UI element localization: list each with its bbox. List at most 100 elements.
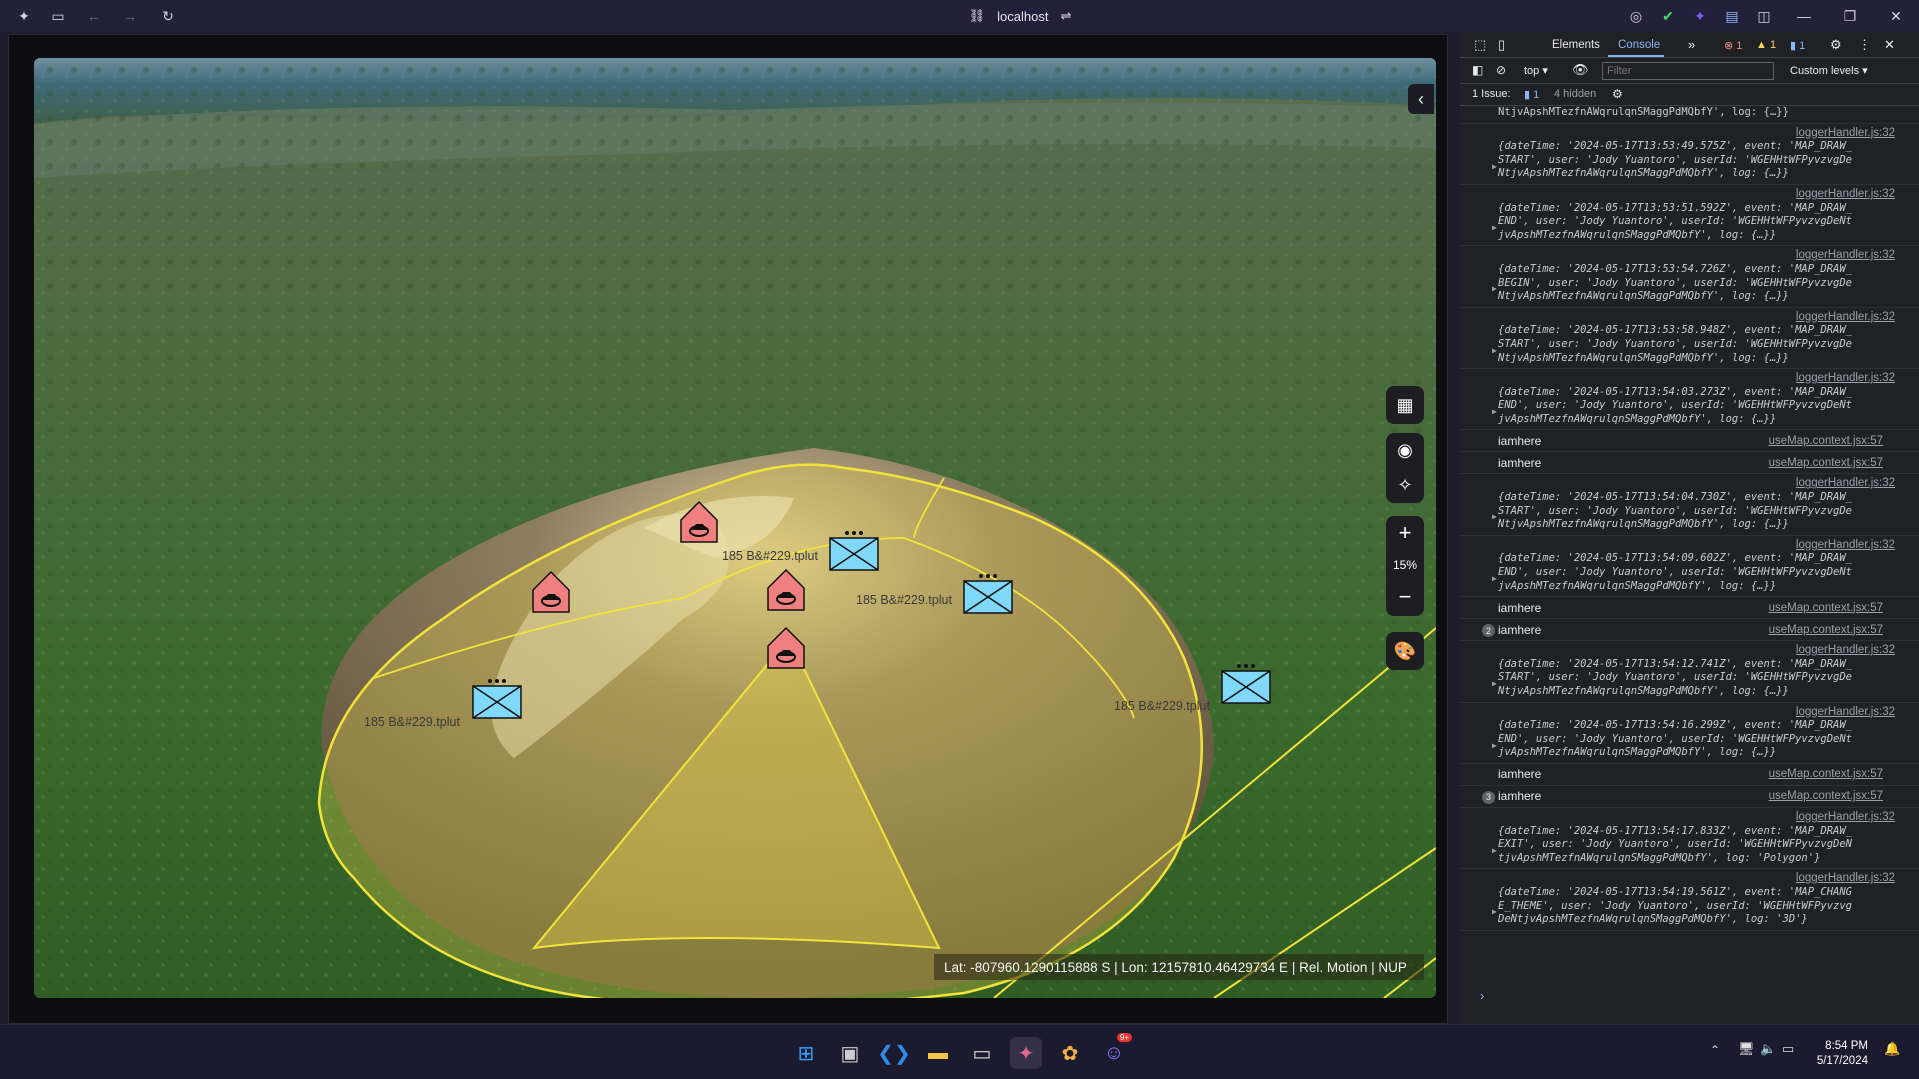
expand-triangle-icon[interactable]: ▶: [1492, 282, 1497, 296]
settings-icon[interactable]: ⚙: [1830, 37, 1842, 53]
back-icon[interactable]: ←: [84, 6, 104, 26]
system-clock[interactable]: 8:54 PM 5/17/2024: [1808, 1039, 1868, 1069]
more-tabs-icon[interactable]: »: [1688, 37, 1695, 52]
notification-bell-icon[interactable]: 🔔: [1884, 1041, 1900, 1057]
calculator-button[interactable]: ▦: [1386, 386, 1424, 424]
clear-console-icon[interactable]: ⊘: [1496, 63, 1506, 77]
volume-icon[interactable]: 🔈: [1760, 1041, 1776, 1057]
reload-icon[interactable]: ↻: [158, 6, 178, 26]
console-log[interactable]: NtjvApshMTezfnAWqrulqnSMaggPdMQbfY', log…: [1460, 106, 1919, 1006]
log-source-link[interactable]: useMap.context.jsx:57: [1769, 602, 1883, 614]
rotate-icon[interactable]: ✧: [1397, 475, 1412, 496]
minimize-icon[interactable]: —: [1794, 6, 1814, 26]
battery-icon[interactable]: ▭: [1782, 1041, 1794, 1057]
log-entry[interactable]: loggerHandler.js:32 ▶ {dateTime: '2024-05-…: [1460, 185, 1919, 247]
copilot-icon[interactable]: ✦: [14, 6, 34, 26]
browser-icon[interactable]: ✦: [1010, 1037, 1042, 1069]
collections-icon[interactable]: ▤: [1722, 6, 1742, 26]
log-line: NtjvApshMTezfnAWqrulqnSMaggPdMQbfY', log…: [1498, 167, 1789, 180]
log-source-link[interactable]: loggerHandler.js:32: [1498, 249, 1895, 263]
zoom-in-button[interactable]: +: [1386, 516, 1424, 550]
extension-icon[interactable]: ◎: [1626, 6, 1646, 26]
log-source-link[interactable]: loggerHandler.js:32: [1498, 644, 1895, 658]
log-source-link[interactable]: useMap.context.jsx:57: [1769, 435, 1883, 447]
log-entry[interactable]: loggerHandler.js:32 ▶ {dateTime: '2024-05-…: [1460, 308, 1919, 370]
tab-console[interactable]: Console: [1618, 39, 1660, 51]
expand-triangle-icon[interactable]: ▶: [1492, 510, 1497, 524]
log-source-link[interactable]: useMap.context.jsx:57: [1769, 457, 1883, 469]
restore-icon[interactable]: ❐: [1840, 6, 1860, 26]
log-entry[interactable]: loggerHandler.js:32 ▶ {dateTime: '2024-05-…: [1460, 474, 1919, 536]
issues-settings-icon[interactable]: ⚙: [1612, 87, 1623, 101]
log-line: END', user: 'Jody Yuantoro', userId: 'WG…: [1498, 399, 1853, 412]
eye-icon[interactable]: 👁: [1572, 62, 1589, 78]
expand-triangle-icon[interactable]: ▶: [1492, 221, 1497, 235]
log-source-link[interactable]: loggerHandler.js:32: [1498, 706, 1895, 720]
log-source-link[interactable]: loggerHandler.js:32: [1498, 872, 1895, 886]
context-select[interactable]: top ▾: [1524, 64, 1548, 77]
console-prompt[interactable]: ›: [1480, 988, 1484, 1003]
sidebar-icon[interactable]: ◧: [1472, 63, 1483, 77]
split-screen-icon[interactable]: ◫: [1754, 6, 1774, 26]
forward-icon[interactable]: →: [120, 6, 140, 26]
log-entry[interactable]: loggerHandler.js:32 ▶ {dateTime: '2024-05-…: [1460, 369, 1919, 431]
inspect-icon[interactable]: ⬚: [1474, 37, 1486, 53]
log-entry: 3 iamhere useMap.context.jsx:57: [1460, 786, 1919, 808]
close-window-icon[interactable]: ✕: [1886, 6, 1906, 26]
locate-icon[interactable]: ◉: [1397, 440, 1413, 461]
log-source-link[interactable]: loggerHandler.js:32: [1498, 477, 1895, 491]
file-explorer-icon[interactable]: ▬: [922, 1037, 954, 1069]
vscode-icon[interactable]: ❮❯: [877, 1037, 911, 1069]
log-source-link[interactable]: loggerHandler.js:32: [1498, 127, 1895, 141]
more-options-icon[interactable]: ⋮: [1858, 37, 1871, 53]
log-source-link[interactable]: loggerHandler.js:32: [1498, 188, 1895, 202]
log-entry[interactable]: loggerHandler.js:32 ▶ {dateTime: '2024-05-…: [1460, 703, 1919, 764]
log-entry[interactable]: loggerHandler.js:32 ▶ {dateTime: '2024-05-…: [1460, 869, 1919, 931]
chevron-up-icon[interactable]: ⌃: [1710, 1043, 1720, 1057]
terminal-icon[interactable]: ▭: [966, 1037, 998, 1069]
log-entry[interactable]: loggerHandler.js:32 ▶ {dateTime: '2024-05-…: [1460, 808, 1919, 870]
log-source-link[interactable]: loggerHandler.js:32: [1498, 539, 1895, 553]
site-settings-icon[interactable]: ⇌: [1060, 8, 1071, 24]
expand-triangle-icon[interactable]: ▶: [1492, 160, 1497, 174]
log-levels-select[interactable]: Custom levels ▾: [1790, 64, 1868, 77]
log-entry[interactable]: loggerHandler.js:32 ▶ {dateTime: '2024-05-…: [1460, 536, 1919, 598]
issues-count[interactable]: ▮ 1: [1524, 88, 1539, 101]
expand-triangle-icon[interactable]: ▶: [1492, 344, 1497, 358]
close-devtools-icon[interactable]: ✕: [1884, 37, 1895, 53]
tab-elements[interactable]: Elements: [1552, 39, 1600, 51]
sidebar-toggle-icon[interactable]: ▭: [48, 6, 68, 26]
map-3d-view[interactable]: 185 B&#229.tplut 185 B&#229.tplut 185 B&…: [34, 58, 1436, 998]
extension-check-icon[interactable]: ✔: [1658, 6, 1678, 26]
collapse-panel-button[interactable]: ‹: [1408, 84, 1434, 114]
info-count[interactable]: ▮ 1: [1790, 39, 1805, 52]
app-icon[interactable]: ✿: [1054, 1037, 1086, 1069]
console-filter-input[interactable]: [1602, 62, 1774, 80]
log-source-link[interactable]: loggerHandler.js:32: [1498, 811, 1895, 825]
error-count[interactable]: ⊗ 1: [1724, 39, 1742, 52]
log-entry[interactable]: loggerHandler.js:32 ▶ {dateTime: '2024-05-…: [1460, 641, 1919, 703]
log-entry[interactable]: loggerHandler.js:32 ▶ {dateTime: '2024-05-…: [1460, 246, 1919, 308]
expand-triangle-icon[interactable]: ▶: [1492, 677, 1497, 691]
expand-triangle-icon[interactable]: ▶: [1492, 739, 1497, 753]
network-icon[interactable]: 🖥: [1738, 1041, 1755, 1057]
log-source-link[interactable]: useMap.context.jsx:57: [1769, 624, 1883, 636]
log-entry[interactable]: loggerHandler.js:32 ▶ {dateTime: '2024-05-…: [1460, 124, 1919, 185]
warning-count[interactable]: ▲ 1: [1756, 39, 1776, 51]
task-view-icon[interactable]: ▣: [834, 1037, 866, 1069]
start-icon[interactable]: ⊞: [790, 1037, 822, 1069]
extension-star-icon[interactable]: ✦: [1690, 6, 1710, 26]
device-toolbar-icon[interactable]: ▯: [1498, 37, 1505, 53]
theme-button[interactable]: 🎨: [1386, 632, 1424, 670]
expand-triangle-icon[interactable]: ▶: [1492, 405, 1497, 419]
zoom-out-button[interactable]: −: [1386, 580, 1424, 614]
log-source-link[interactable]: useMap.context.jsx:57: [1769, 790, 1883, 802]
address-bar[interactable]: ⛓ localhost ⇌: [900, 6, 1140, 26]
discord-icon[interactable]: ☺ 9+: [1098, 1033, 1132, 1069]
expand-triangle-icon[interactable]: ▶: [1492, 572, 1497, 586]
log-source-link[interactable]: loggerHandler.js:32: [1498, 372, 1895, 386]
log-source-link[interactable]: loggerHandler.js:32: [1498, 311, 1895, 325]
expand-triangle-icon[interactable]: ▶: [1492, 844, 1497, 858]
expand-triangle-icon[interactable]: ▶: [1492, 905, 1497, 919]
log-source-link[interactable]: useMap.context.jsx:57: [1769, 768, 1883, 780]
